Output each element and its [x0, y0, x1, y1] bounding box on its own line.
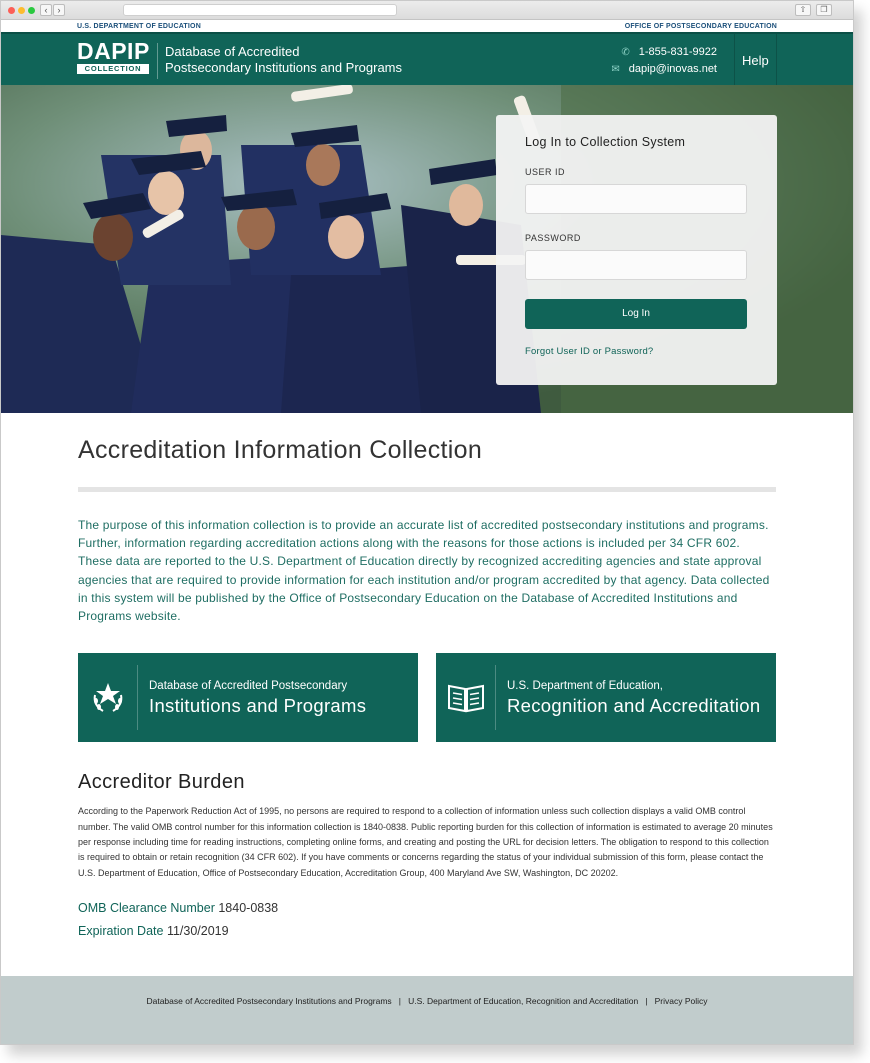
card-divider	[137, 665, 138, 731]
share-icon[interactable]: ⇧	[795, 4, 811, 16]
expiration-label: Expiration Date	[78, 924, 164, 939]
browser-window: ‹ › ⇧ ❐ U.S. DEPARTMENT OF EDUCATION OFF…	[0, 0, 854, 1045]
burden-text: According to the Paperwork Reduction Act…	[78, 806, 773, 878]
logo-subtitle: COLLECTION	[77, 64, 149, 74]
close-window-icon[interactable]	[8, 7, 15, 14]
main-content: Accreditation Information Collection The…	[1, 436, 853, 943]
agency-right-link[interactable]: OFFICE OF POSTSECONDARY EDUCATION	[625, 23, 777, 30]
browser-toolbar: ‹ › ⇧ ❐	[1, 1, 853, 20]
user-id-input[interactable]	[525, 184, 747, 214]
password-input[interactable]	[525, 250, 747, 280]
dapip-logo[interactable]: DAPIP COLLECTION	[77, 40, 149, 74]
burden-heading: Accreditor Burden	[78, 771, 245, 794]
star-laurel-icon	[78, 653, 138, 742]
minimize-window-icon[interactable]	[18, 7, 25, 14]
site-footer: Database of Accredited Postsecondary Ins…	[1, 976, 853, 1044]
card-title: Recognition and Accreditation	[507, 695, 761, 717]
intro-text: The purpose of this information collecti…	[78, 518, 770, 624]
omb-value: 1840-0838	[218, 901, 279, 916]
site-title-line1: Database of Accredited	[165, 44, 300, 59]
maximize-window-icon[interactable]	[28, 7, 35, 14]
link-cards: Database of Accredited Postsecondary Ins…	[78, 653, 776, 743]
card-subtitle: Database of Accredited Postsecondary	[149, 680, 348, 693]
footer-link-recognition[interactable]: U.S. Department of Education, Recognitio…	[408, 996, 638, 1006]
site-title-line2: Postsecondary Institutions and Programs	[165, 60, 403, 75]
login-panel: Log In to Collection System USER ID PASS…	[496, 115, 777, 385]
omb-info: OMB Clearance Number 1840-0838 Expiratio…	[78, 897, 776, 943]
agency-left-link[interactable]: U.S. DEPARTMENT OF EDUCATION	[77, 23, 201, 30]
footer-separator: |	[645, 996, 648, 1006]
user-id-label: USER ID	[525, 167, 566, 177]
help-link[interactable]: Help	[742, 53, 769, 68]
open-book-icon	[436, 653, 496, 742]
phone-icon: ✆	[621, 47, 630, 58]
hero-banner: Log In to Collection System USER ID PASS…	[1, 85, 853, 413]
header-divider	[157, 43, 158, 79]
recognition-card[interactable]: U.S. Department of Education, Recognitio…	[436, 653, 776, 743]
contact-info: ✆ 1-855-831-9922 ✉ dapip@inovas.net	[611, 44, 717, 78]
phone-number[interactable]: 1-855-831-9922	[639, 46, 717, 58]
login-title: Log In to Collection System	[525, 135, 686, 149]
title-rule	[78, 487, 776, 492]
page-title: Accreditation Information Collection	[78, 436, 483, 464]
password-label: PASSWORD	[525, 233, 581, 243]
logo-word: DAPIP	[77, 38, 150, 64]
address-bar[interactable]	[123, 4, 397, 16]
site-title: Database of Accredited Postsecondary Ins…	[165, 44, 402, 76]
forgot-credentials-link[interactable]: Forgot User ID or Password?	[525, 346, 748, 357]
expiration-value: 11/30/2019	[166, 924, 229, 939]
contact-email[interactable]: dapip@inovas.net	[629, 63, 717, 75]
mail-icon: ✉	[611, 64, 620, 75]
back-arrow-icon[interactable]: ‹	[40, 4, 52, 16]
footer-link-dapip[interactable]: Database of Accredited Postsecondary Ins…	[146, 996, 391, 1006]
tabs-icon[interactable]: ❐	[816, 4, 832, 16]
site-header: DAPIP COLLECTION Database of Accredited …	[1, 32, 853, 85]
agency-bar: U.S. DEPARTMENT OF EDUCATION OFFICE OF P…	[1, 20, 853, 32]
footer-link-privacy[interactable]: Privacy Policy	[655, 996, 708, 1006]
help-divider-right	[776, 34, 777, 85]
card-subtitle: U.S. Department of Education,	[507, 680, 663, 693]
footer-separator: |	[398, 996, 401, 1006]
help-divider-left	[734, 34, 735, 85]
card-divider	[495, 665, 496, 731]
forward-arrow-icon[interactable]: ›	[53, 4, 65, 16]
dapip-card[interactable]: Database of Accredited Postsecondary Ins…	[78, 653, 418, 743]
card-title: Institutions and Programs	[149, 695, 367, 717]
omb-label: OMB Clearance Number	[78, 901, 215, 916]
login-button[interactable]: Log In	[525, 299, 747, 329]
